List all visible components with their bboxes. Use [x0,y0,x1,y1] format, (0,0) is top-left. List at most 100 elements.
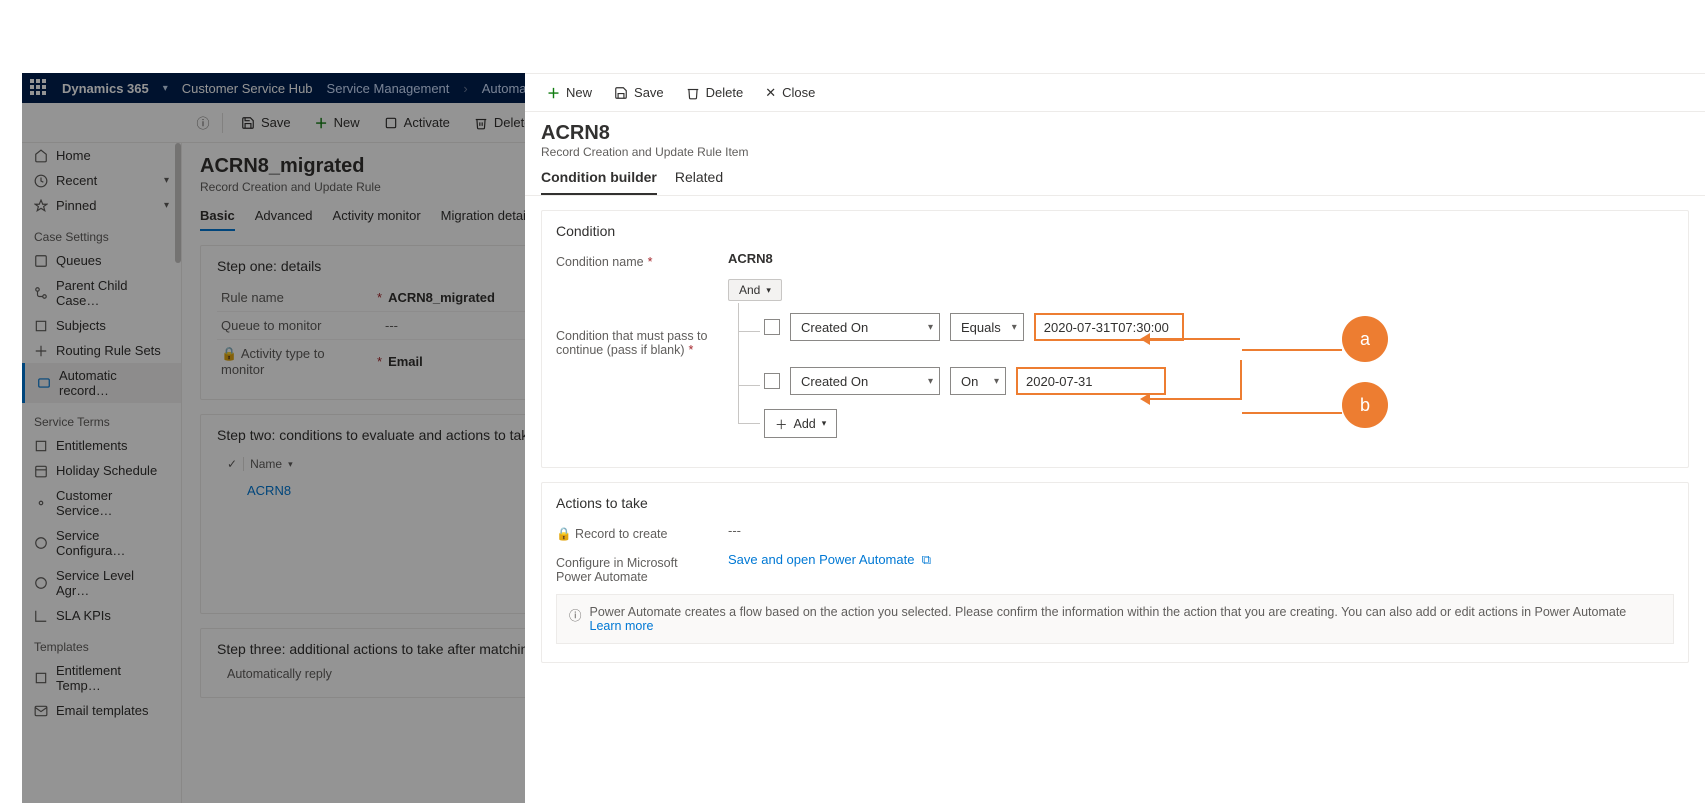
new-button[interactable]: ＋New [305,109,370,136]
brand-name[interactable]: Dynamics 365 [62,81,149,96]
arrow-head-icon [1140,333,1150,345]
arrow-line [1242,412,1342,414]
field-select-value: Created On [801,374,868,389]
arrow-head-icon [1140,393,1150,405]
sidebar: Home Recent▾ Pinned▾ Case Settings Queue… [22,143,182,803]
sidebar-scrollbar[interactable] [175,143,181,263]
email-icon [34,704,48,718]
save-open-power-automate-link[interactable]: Save and open Power Automate ⧉ [728,552,931,568]
sidebar-item-label: Subjects [56,318,106,333]
sidebar-section-service-terms: Service Terms [22,403,181,433]
operator-select-value: Equals [961,320,1001,335]
plus-icon: ＋ [315,113,328,132]
panel-tab-condition-builder[interactable]: Condition builder [541,169,657,195]
record-create-value[interactable]: --- [728,523,741,538]
info-icon[interactable]: ⓘ [192,113,214,132]
sidebar-item-label: Parent Child Case… [56,278,169,308]
sidebar-item-automatic-record[interactable]: Automatic record… [22,363,181,403]
app-launcher-icon[interactable] [30,79,48,97]
sidebar-item-entitlements[interactable]: Entitlements [22,433,181,458]
tree-line [738,303,739,423]
sidebar-item-routing[interactable]: Routing Rule Sets [22,338,181,363]
operator-select[interactable]: Equals [950,313,1024,341]
queue-value: --- [385,318,398,333]
save-button[interactable]: Save [231,111,301,134]
learn-more-link[interactable]: Learn more [590,619,654,633]
field-condition-name: Condition name* ACRN8 [556,251,1674,269]
sidebar-item-holiday[interactable]: Holiday Schedule [22,458,181,483]
panel-save-button[interactable]: Save [606,81,672,104]
callout-connector [1240,370,1242,400]
add-condition-button[interactable]: ＋Add▾ [764,409,837,438]
chevron-down-icon[interactable]: ▾ [163,83,168,94]
breadcrumb-service-mgmt[interactable]: Service Management [327,81,450,96]
field-select[interactable]: Created On [790,313,940,341]
sidebar-item-home[interactable]: Home [22,143,181,168]
panel-delete-label: Delete [706,85,744,100]
sidebar-item-customer-service[interactable]: Customer Service… [22,483,181,523]
delete-icon [686,86,700,100]
callout-a: a [1140,316,1388,362]
condition-pass-label: Condition that must pass to continue (pa… [556,279,716,357]
operator-select[interactable]: On [950,367,1006,395]
field-select[interactable]: Created On [790,367,940,395]
sidebar-item-label: Queues [56,253,102,268]
sidebar-item-email-templates[interactable]: Email templates [22,698,181,723]
tab-activity-monitor[interactable]: Activity monitor [333,208,421,231]
panel-tab-related[interactable]: Related [675,169,723,195]
sidebar-item-subjects[interactable]: Subjects [22,313,181,338]
sidebar-item-label: Service Configura… [56,528,169,558]
section-actions: Actions to take 🔒 Record to create --- C… [541,482,1689,663]
row-checkbox[interactable] [764,373,780,389]
arrow-line [1242,349,1342,351]
sidebar-item-queues[interactable]: Queues [22,248,181,273]
chevron-down-icon: ▾ [822,418,827,429]
sidebar-item-label: Routing Rule Sets [56,343,161,358]
area-name[interactable]: Customer Service Hub [182,81,313,96]
panel-new-label: New [566,85,592,100]
sidebar-item-pinned[interactable]: Pinned▾ [22,193,181,218]
panel-header: ACRN8 Record Creation and Update Rule It… [525,112,1705,159]
panel-subtitle: Record Creation and Update Rule Item [541,145,1689,159]
required-marker: * [377,354,382,369]
activate-label: Activate [404,115,450,130]
sidebar-section-templates: Templates [22,628,181,658]
sidebar-item-recent[interactable]: Recent▾ [22,168,181,193]
tab-basic[interactable]: Basic [200,208,235,231]
checkmark-icon[interactable]: ✓ [227,457,237,471]
sidebar-item-sla-kpis[interactable]: SLA KPIs [22,603,181,628]
panel-new-button[interactable]: ＋New [539,79,600,106]
row-name-value: ACRN8 [247,483,291,498]
tab-advanced[interactable]: Advanced [255,208,313,231]
condition-name-value[interactable]: ACRN8 [728,251,773,266]
sidebar-section-case-settings: Case Settings [22,218,181,248]
pin-icon [34,199,48,213]
column-name[interactable]: Name [250,457,282,471]
panel-close-button[interactable]: ✕Close [757,81,823,105]
sidebar-item-sla[interactable]: Service Level Agr… [22,563,181,603]
logical-and-selector[interactable]: And▾ [728,279,782,301]
and-label: And [739,283,760,297]
arrow-line [1150,338,1240,340]
sidebar-item-service-config[interactable]: Service Configura… [22,523,181,563]
row-checkbox[interactable] [764,319,780,335]
sidebar-item-entitlement-temp[interactable]: Entitlement Temp… [22,658,181,698]
config-icon [34,536,48,550]
activate-button[interactable]: Activate [374,111,460,134]
home-icon [34,149,48,163]
queues-icon [34,254,48,268]
panel-delete-button[interactable]: Delete [678,81,752,104]
sidebar-item-label: Entitlements [56,438,128,453]
info-text: Power Automate creates a flow based on t… [590,605,1627,619]
subjects-icon [34,319,48,333]
chevron-down-icon: ▾ [164,200,169,211]
chevron-down-icon[interactable]: ▾ [288,459,293,470]
tab-migration-details[interactable]: Migration details [441,208,536,231]
field-condition-to-pass: Condition that must pass to continue (pa… [556,279,1674,439]
queue-label: Queue to monitor [221,318,371,333]
tree-branch [738,385,760,386]
panel-tabs: Condition builder Related [525,159,1705,196]
kpi-icon [34,609,48,623]
external-link-icon: ⧉ [922,552,931,567]
sidebar-item-parent-child[interactable]: Parent Child Case… [22,273,181,313]
